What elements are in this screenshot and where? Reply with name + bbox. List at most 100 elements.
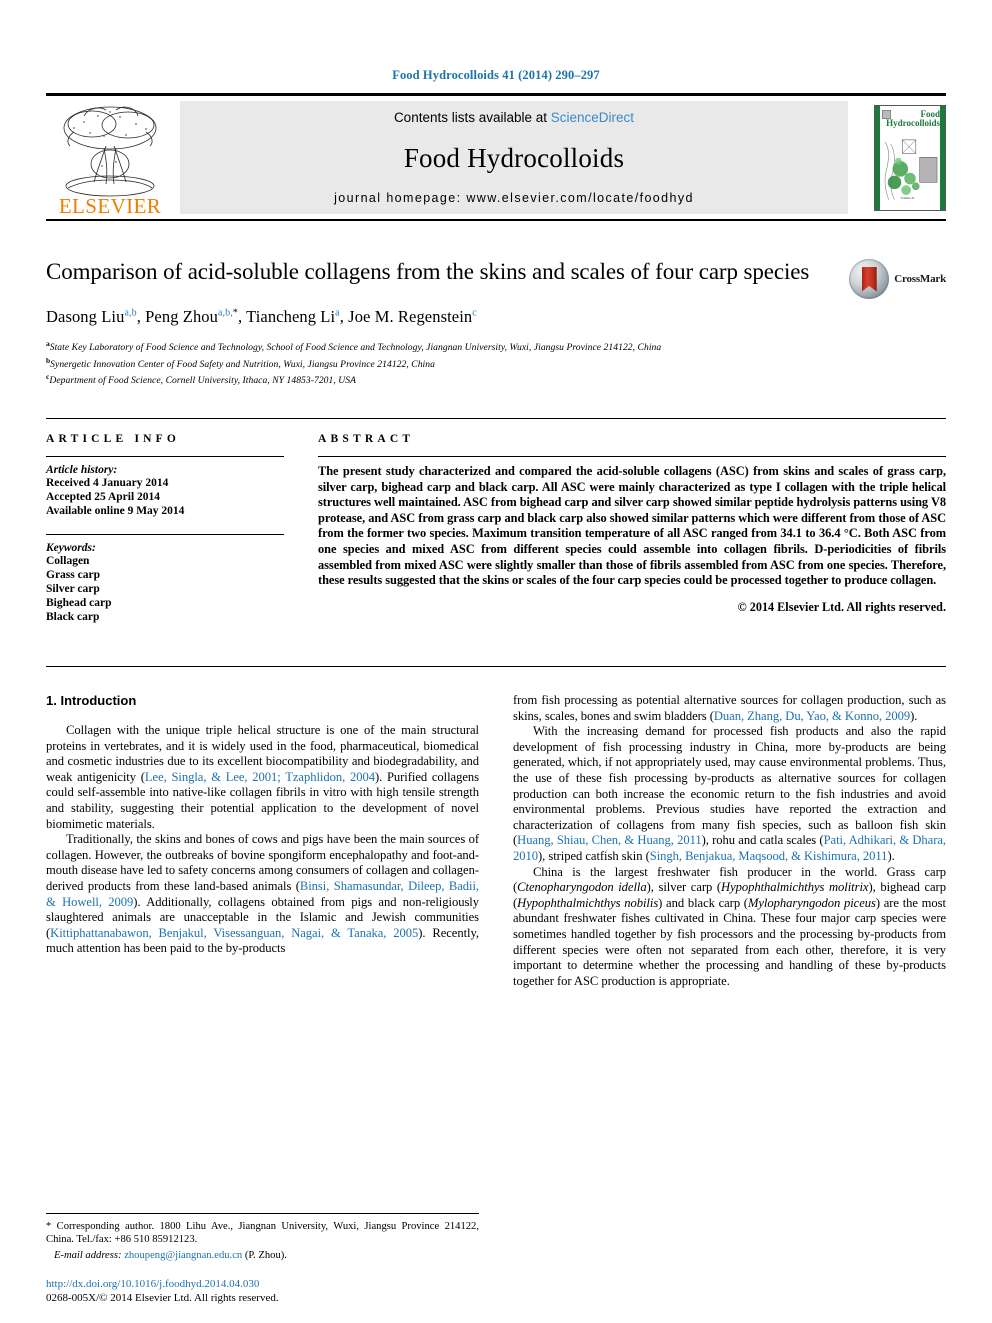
affiliation-b-text: Synergetic Innovation Center of Food Saf… [50,358,435,370]
article-info-rule-top [46,456,284,458]
keyword-1: Collagen [46,555,90,568]
affiliation-a-text: State Key Laboratory of Food Science and… [49,342,662,354]
issn-copyright: 0268-005X/© 2014 Elsevier Ltd. All right… [46,1292,279,1304]
cover-title: Food Hydrocolloids [883,109,940,129]
author-list: Dasong Liua,b, Peng Zhoua,b,*, Tiancheng… [46,307,946,327]
crossmark-icon [849,259,890,299]
author-1-name: Dasong Liu [46,307,125,326]
crossmark-badge[interactable]: CrossMark [849,259,946,299]
intro-p4-part-b: ), silver carp ( [646,880,722,895]
doi-block: http://dx.doi.org/10.1016/j.foodhyd.2014… [46,1277,516,1305]
email-address-label: E-mail address: [53,1250,122,1261]
citation-duan[interactable]: Duan, Zhang, Du, Yao, & Konno, 2009 [714,709,910,723]
affiliation-c-text: Department of Food Science, Cornell Univ… [49,375,356,387]
keyword-3: Silver carp [46,583,100,596]
body-column-left: 1. Introduction Collagen with the unique… [46,693,479,989]
intro-p3-part-b: ), rohu and catla scales ( [701,833,824,848]
paper-page: Food Hydrocolloids 41 (2014) 290–297 ELS… [0,0,992,1323]
author-1-sup: a,b [124,307,137,319]
author-2-name: Peng Zhou [145,307,219,326]
body-columns: 1. Introduction Collagen with the unique… [46,666,946,989]
intro-p2-cont-b: ). [910,708,918,723]
citation-huang[interactable]: Huang, Shiau, Chen, & Huang, 2011 [517,833,702,847]
author-sep-1: , [136,307,146,326]
cover-right-bar [940,105,945,210]
intro-paragraph-4: China is the largest freshwater fish pro… [513,865,946,990]
abstract-copyright: © 2014 Elsevier Ltd. All rights reserved… [737,599,946,614]
intro-p3-part-d: ). [887,849,895,863]
cover-left-bar [875,105,880,210]
abstract-column: ABSTRACT The present study characterized… [318,433,946,640]
author-4-sup: c [472,307,477,319]
intro-p4-part-d: ) and black carp ( [658,895,748,910]
history-accepted: Accepted 25 April 2014 [46,491,161,504]
species-bighead-carp: Hypophthalmichthys nobilis [517,895,659,910]
author-3-name: Tiancheng Li [246,307,336,326]
elsevier-logo: ELSEVIER [46,96,174,219]
author-3[interactable]: Tiancheng Lia [246,307,340,326]
page-title: Comparison of acid-soluble collagens fro… [46,259,810,284]
contents-available-line: Contents lists available at ScienceDirec… [394,110,634,125]
title-block: Comparison of acid-soluble collagens fro… [46,257,946,388]
keyword-4: Bighead carp [46,597,112,610]
keywords-block: Keywords: Collagen Grass carp Silver car… [46,542,284,624]
keywords-label: Keywords: [46,542,96,555]
sciencedirect-link[interactable]: ScienceDirect [551,110,634,125]
intro-p3-part-c: ), striped catfish skin ( [538,849,650,863]
crossmark-bookmark-shape [861,266,877,292]
citation-lee-tzaphlidon[interactable]: Lee, Singla, & Lee, 2001; Tzaphlidon, 20… [145,770,375,784]
citation-kittiphattanabawon[interactable]: Kittiphattanabawon, Benjakul, Visessangu… [50,926,418,940]
affiliation-list: aState Key Laboratory of Food Science an… [46,338,946,388]
svg-text:Volume 41: Volume 41 [900,195,915,199]
info-abstract-section: ARTICLE INFO Article history: Received 4… [46,418,946,640]
abstract-rule-top [318,456,946,458]
corresponding-author-footnote: * Corresponding author. 1800 Lihu Ave., … [46,1212,479,1261]
intro-paragraph-3: With the increasing demand for processed… [513,724,946,864]
author-4-name: Joe M. Regenstein [348,307,473,326]
species-black-carp: Mylopharyngodon piceus [747,895,876,910]
keyword-5: Black carp [46,611,100,624]
species-silver-carp: Hypophthalmichthys molitrix [721,880,869,895]
crossmark-label: CrossMark [894,273,946,285]
intro-paragraph-1: Collagen with the unique triple helical … [46,723,479,832]
footnote-email-line: E-mail address: zhoupeng@jiangnan.edu.cn… [46,1250,479,1261]
author-2[interactable]: Peng Zhoua,b,* [145,307,238,326]
author-sep-2: , [237,307,247,326]
running-head: Food Hydrocolloids 41 (2014) 290–297 [392,68,600,82]
intro-paragraph-2-continued: from fish processing as potential altern… [513,693,946,724]
email-address-link[interactable]: zhoupeng@jiangnan.edu.cn [124,1250,242,1261]
journal-cover-thumbnail: Food Hydrocolloids Volume 41 [874,104,946,211]
journal-homepage-link[interactable]: journal homepage: www.elsevier.com/locat… [334,191,694,205]
species-grass-carp: Ctenopharyngodon idella [517,880,647,895]
affiliation-a: aState Key Laboratory of Food Science an… [46,338,946,355]
article-info-heading: ARTICLE INFO [46,433,181,446]
body-column-right: from fish processing as potential altern… [513,693,946,989]
affiliation-b: bSynergetic Innovation Center of Food Sa… [46,355,946,372]
abstract-heading: ABSTRACT [318,433,415,446]
journal-banner: ELSEVIER Contents lists available at Sci… [46,93,946,221]
author-1[interactable]: Dasong Liua,b [46,307,137,326]
keyword-2: Grass carp [46,569,100,582]
history-received: Received 4 January 2014 [46,477,169,490]
elsevier-tree-icon [63,106,157,197]
elsevier-wordmark: ELSEVIER [58,194,162,218]
doi-link[interactable]: http://dx.doi.org/10.1016/j.foodhyd.2014… [46,1277,516,1291]
author-2-sup: a,b,* [218,307,238,319]
email-owner: (P. Zhou). [244,1250,287,1261]
author-4[interactable]: Joe M. Regensteinc [348,307,477,326]
article-info-rule-mid [46,534,284,536]
banner-cover-area: Food Hydrocolloids Volume 41 [854,96,946,219]
citation-singh[interactable]: Singh, Benjakua, Maqsood, & Kishimura, 2… [650,849,888,863]
contents-prefix: Contents lists available at [393,110,551,125]
cover-artwork: Volume 41 [884,139,938,200]
article-history-block: Article history: Received 4 January 2014… [46,464,284,518]
footnote-corresponding: * Corresponding author. 1800 Lihu Ave., … [46,1220,479,1245]
article-history-label: Article history: [46,464,118,477]
affiliation-c: cDepartment of Food Science, Cornell Uni… [46,371,946,388]
history-available-online: Available online 9 May 2014 [46,505,185,518]
abstract-text: The present study characterized and comp… [318,464,946,588]
author-sep-3: , [339,307,349,326]
section-heading-introduction: 1. Introduction [46,693,137,709]
cover-title-line2: Hydrocolloids [886,118,940,128]
journal-title: Food Hydrocolloids [403,142,625,173]
